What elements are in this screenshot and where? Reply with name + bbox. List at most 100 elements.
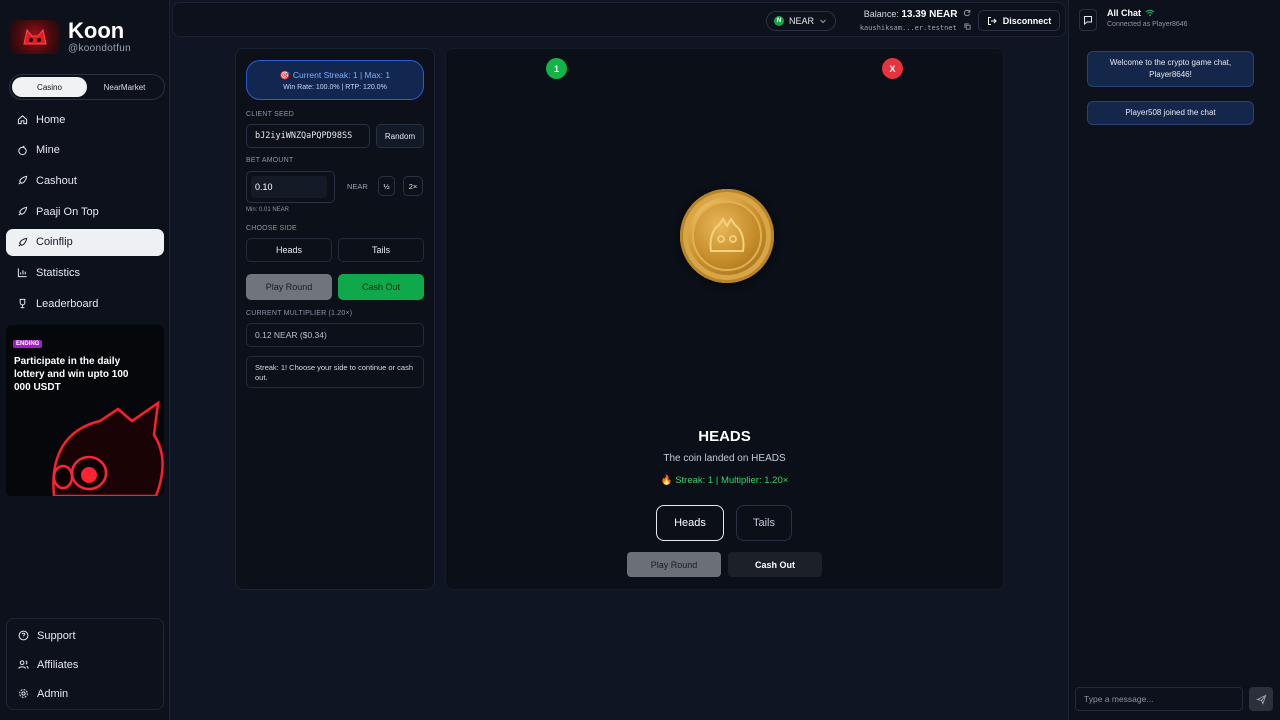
users-icon <box>17 659 29 671</box>
chat-panel: All Chat Connected as Player8646 Welcome… <box>1068 0 1280 720</box>
nav-item-admin[interactable]: Admin <box>7 680 163 707</box>
play-round-button[interactable]: Play Round <box>246 274 332 300</box>
koon-mascot-icon <box>52 400 164 496</box>
send-button[interactable] <box>1249 687 1273 711</box>
rocket-icon <box>16 206 28 218</box>
nav-item-label: Coinflip <box>36 236 73 249</box>
nav-item-mine[interactable]: Mine <box>6 137 164 164</box>
nav-item-label: Leaderboard <box>36 297 99 310</box>
nav-item-label: Affiliates <box>37 658 79 671</box>
home-icon <box>16 114 28 126</box>
history-win-marker: 1 <box>546 58 567 79</box>
nav-item-label: Paaji On Top <box>36 205 99 218</box>
coin-image <box>680 189 774 283</box>
bar-chart-icon <box>16 267 28 279</box>
cash-out-button[interactable]: Cash Out <box>338 274 424 300</box>
wifi-icon <box>1145 9 1155 17</box>
bet-amount-field: 0.10 <box>246 171 335 203</box>
tails-button[interactable]: Tails <box>736 505 792 541</box>
network-label: NEAR <box>789 16 815 26</box>
nav-item-label: Support <box>37 629 76 642</box>
brand-handle: @koondotfun <box>68 43 131 54</box>
nav-item-home[interactable]: Home <box>6 106 164 133</box>
fire-icon: 🔥 <box>660 475 673 486</box>
game-play-round-button[interactable]: Play Round <box>627 552 721 577</box>
current-multiplier-label: CURRENT MULTIPLIER (1.20×) <box>246 310 353 317</box>
half-bet-button[interactable]: ½ <box>378 176 395 196</box>
mode-nearmarket-tab[interactable]: NearMarket <box>87 77 162 97</box>
client-seed-label: CLIENT SEED <box>246 111 294 118</box>
min-bet-note: Min: 0.01 NEAR <box>246 207 290 213</box>
nav-item-label: Statistics <box>36 266 81 279</box>
chat-message: Welcome to the crypto game chat, Player8… <box>1087 51 1254 87</box>
refresh-icon[interactable] <box>963 9 971 17</box>
coin-face <box>692 201 762 271</box>
chat-header: All Chat Connected as Player8646 <box>1079 8 1188 31</box>
nav-item-support[interactable]: Support <box>7 622 163 649</box>
logout-icon <box>987 16 997 25</box>
mode-toggle: Casino NearMarket <box>9 74 165 100</box>
chat-message-input[interactable]: Type a message... <box>1075 687 1243 711</box>
nav-item-affiliates[interactable]: Affiliates <box>7 651 163 678</box>
network-select[interactable]: N NEAR <box>766 11 836 31</box>
account-id: kaushiksam...er.testnet <box>859 24 957 32</box>
win-rate-text: Win Rate: 100.0% | RTP: 120.0% <box>283 84 387 91</box>
game-cash-out-button[interactable]: Cash Out <box>728 552 822 577</box>
nav-item-cashout[interactable]: Cashout <box>6 167 164 194</box>
help-circle-icon <box>17 630 29 642</box>
chat-message: Player508 joined the chat <box>1087 101 1254 125</box>
client-seed-input[interactable]: bJ2iyiWNZQaPQPD98SS <box>246 124 370 148</box>
nav-item-label: Home <box>36 113 66 126</box>
result-title: HEADS <box>698 428 751 445</box>
streak-summary: 🎯 Current Streak: 1 | Max: 1 Win Rate: 1… <box>246 60 424 100</box>
rocket-icon <box>16 236 28 248</box>
chat-connection-status: Connected as Player8646 <box>1107 21 1188 28</box>
brand[interactable]: Koon @koondotfun <box>10 20 131 54</box>
double-bet-button[interactable]: 2× <box>403 176 423 196</box>
koon-logo-icon <box>10 20 60 54</box>
result-streak-text: Streak: 1 | Multiplier: 1.20× <box>675 475 789 486</box>
near-logo-icon: N <box>774 16 784 26</box>
target-icon: 🎯 <box>279 70 291 80</box>
bet-amount-input[interactable]: 0.10 <box>251 176 327 198</box>
chevron-down-icon <box>820 19 826 24</box>
balance-value: 13.39 NEAR <box>901 9 958 20</box>
lottery-promo-banner[interactable]: ENDING Participate in the daily lottery … <box>6 325 164 496</box>
nav-item-leaderboard[interactable]: Leaderboard <box>6 290 164 317</box>
history-loss-marker: X <box>882 58 903 79</box>
bottom-nav: Support Affiliates Admin <box>6 618 164 710</box>
random-seed-button[interactable]: Random <box>376 124 424 148</box>
nav-item-paaji-on-top[interactable]: Paaji On Top <box>6 198 164 225</box>
bet-amount-label: BET AMOUNT <box>246 157 294 164</box>
result-streak: 🔥 Streak: 1 | Multiplier: 1.20× <box>446 475 1003 486</box>
nav-item-statistics[interactable]: Statistics <box>6 259 164 286</box>
disconnect-button[interactable]: Disconnect <box>978 10 1060 31</box>
nav-item-coinflip[interactable]: Coinflip <box>6 228 164 256</box>
streak-summary-text: Current Streak: 1 | Max: 1 <box>292 70 391 80</box>
gear-icon <box>17 688 29 700</box>
bet-unit-label: NEAR <box>347 182 368 191</box>
choose-heads-button[interactable]: Heads <box>246 238 332 262</box>
result-subtitle: The coin landed on HEADS <box>663 453 786 464</box>
rocket-icon <box>16 175 28 187</box>
choose-side-label: CHOOSE SIDE <box>246 225 297 232</box>
coinflip-game-area: 1 X HEADS The coin landed on HEADS 🔥 Str… <box>445 48 1004 590</box>
brand-name: Koon <box>68 18 125 43</box>
choose-tails-button[interactable]: Tails <box>338 238 424 262</box>
chat-bubble-icon[interactable] <box>1079 9 1097 31</box>
disconnect-label: Disconnect <box>1002 15 1052 26</box>
mode-casino-tab[interactable]: Casino <box>12 77 87 97</box>
current-multiplier-value: 0.12 NEAR ($0.34) <box>246 323 424 347</box>
nav-item-label: Mine <box>36 144 60 157</box>
nav-item-label: Admin <box>37 687 69 700</box>
sidebar: Koon @koondotfun Casino NearMarket Home … <box>0 0 170 720</box>
nav-item-label: Cashout <box>36 174 77 187</box>
wallet-balance: Balance: 13.39 NEAR kaushiksam...er.test… <box>845 9 971 32</box>
copy-icon[interactable] <box>964 23 971 30</box>
send-icon <box>1255 693 1266 705</box>
balance-label: Balance: <box>863 9 899 19</box>
cat-face-icon <box>709 217 745 252</box>
bet-control-panel: 🎯 Current Streak: 1 | Max: 1 Win Rate: 1… <box>235 48 435 590</box>
game-status-message: Streak: 1! Choose your side to continue … <box>246 356 424 388</box>
heads-button[interactable]: Heads <box>656 505 724 541</box>
